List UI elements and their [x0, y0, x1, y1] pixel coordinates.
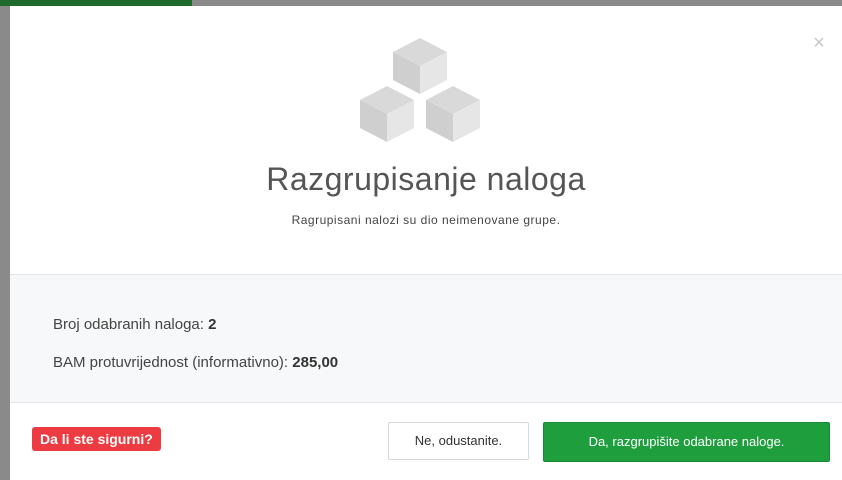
selected-count-value: 2 — [208, 316, 217, 333]
info-panel: Broj odabranih naloga: 2 BAM protuvrijed… — [10, 274, 842, 403]
amount-value: 285,00 — [292, 354, 339, 371]
dialog-subtitle: Ragrupisani nalozi su dio neimenovane gr… — [291, 213, 561, 227]
cancel-button[interactable]: Ne, odustanite. — [388, 422, 529, 460]
close-icon[interactable]: × — [810, 33, 828, 53]
selected-count-line: Broj odabranih naloga: 2 — [53, 316, 216, 333]
amount-line: BAM protuvrijednost (informativno): 285,… — [53, 354, 338, 371]
ungroup-dialog: × Razgrupisanje naloga Ragrupisani naloz… — [10, 6, 842, 480]
amount-label: BAM protuvrijednost (informativno): — [53, 354, 293, 371]
confirm-ungroup-button[interactable]: Da, razgrupišite odabrane naloge. — [543, 422, 830, 462]
cubes-icon — [360, 38, 480, 142]
are-you-sure-badge: Da li ste sigurni? — [32, 427, 161, 451]
dialog-title: Razgrupisanje naloga — [266, 161, 586, 197]
selected-count-label: Broj odabranih naloga: — [53, 316, 209, 333]
